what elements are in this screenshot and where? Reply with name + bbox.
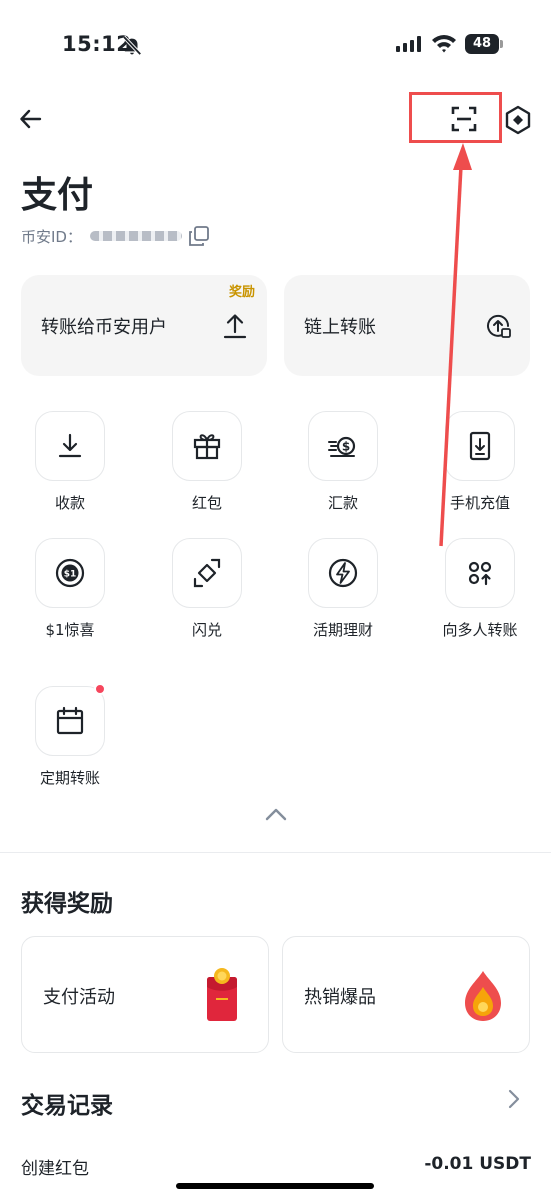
copy-icon[interactable]	[188, 225, 210, 247]
download-icon	[58, 433, 82, 458]
highlight-box	[409, 92, 502, 143]
transfer-to-binance-user-card[interactable]: 奖励 转账给币安用户	[21, 275, 267, 376]
card-label: 链上转账	[304, 317, 376, 338]
settings-button[interactable]	[503, 104, 533, 136]
red-envelope-icon	[207, 968, 237, 1021]
bell-off-icon	[122, 35, 142, 56]
chevron-up-icon	[265, 808, 287, 821]
remittance-icon: $	[328, 436, 356, 457]
feature-convert[interactable]: 闪兑	[152, 538, 262, 668]
page-title: 支付	[21, 175, 94, 216]
feature-one-dollar-surprise[interactable]: $1 $1惊喜	[15, 538, 125, 668]
reward-badge: 奖励	[228, 285, 255, 300]
transaction-name: 创建红包	[21, 1159, 89, 1179]
card-label: 转账给币安用户	[41, 317, 167, 338]
convert-icon	[193, 558, 221, 588]
collapse-button[interactable]	[262, 804, 290, 824]
feature-label: 红包	[191, 494, 222, 512]
feature-scheduled-transfer[interactable]: 定期转账	[15, 683, 125, 816]
svg-text:$1: $1	[64, 570, 77, 580]
feature-label: 活期理财	[312, 621, 373, 639]
dollar-coin-icon: $1	[55, 558, 85, 588]
feature-label: 向多人转账	[442, 621, 518, 639]
uid-value-masked	[89, 231, 182, 241]
fire-icon	[465, 971, 501, 1021]
feature-multi-transfer[interactable]: 向多人转账	[425, 538, 535, 668]
rewards-title: 获得奖励	[21, 891, 113, 917]
status-bar: 15:12 48	[0, 0, 551, 90]
transaction-amount: -0.01 USDT	[424, 1154, 531, 1174]
feature-label: 收款	[54, 494, 85, 512]
notification-dot	[94, 683, 106, 695]
wifi-icon	[432, 35, 456, 53]
battery-level: 48	[465, 34, 499, 54]
uid-row: 币安ID：	[21, 224, 210, 248]
signal-icon	[396, 36, 421, 52]
transactions-title: 交易记录	[21, 1093, 113, 1119]
back-button[interactable]	[16, 104, 46, 134]
upload-icon	[223, 314, 247, 339]
feature-red-packet[interactable]: 红包	[152, 411, 262, 541]
divider	[0, 852, 551, 853]
reward-card-payment-activity[interactable]: 支付活动	[21, 936, 269, 1053]
chain-transfer-icon	[487, 314, 511, 338]
svg-text:$: $	[342, 440, 350, 454]
reward-card-hot-products[interactable]: 热销爆品	[282, 936, 530, 1053]
feature-phone-topup[interactable]: 手机充值	[425, 411, 535, 541]
feature-label: 定期转账	[39, 769, 100, 787]
onchain-transfer-card[interactable]: 链上转账	[284, 275, 530, 376]
feature-label: $1惊喜	[45, 621, 95, 639]
reward-label: 支付活动	[43, 987, 115, 1008]
uid-label: 币安ID：	[21, 227, 82, 246]
multi-transfer-icon	[468, 561, 492, 586]
transaction-row[interactable]: 创建红包 -0.01 USDT	[21, 1150, 531, 1180]
reward-label: 热销爆品	[304, 987, 376, 1008]
feature-remittance[interactable]: $ 汇款	[288, 411, 398, 541]
feature-label: 汇款	[327, 494, 358, 512]
lightning-icon	[328, 558, 358, 588]
feature-flexible-savings[interactable]: 活期理财	[288, 538, 398, 668]
arrow-left-icon	[20, 109, 42, 129]
feature-label: 手机充值	[449, 494, 510, 512]
settings-hex-icon	[505, 105, 531, 135]
home-indicator	[176, 1183, 374, 1189]
calendar-icon	[56, 706, 84, 735]
gift-icon	[193, 434, 221, 460]
phone-topup-icon	[469, 431, 491, 461]
feature-label: 闪兑	[191, 621, 222, 639]
battery-icon: 48	[465, 34, 503, 54]
chevron-right-icon[interactable]	[503, 1087, 525, 1111]
feature-receive[interactable]: 收款	[15, 411, 125, 541]
